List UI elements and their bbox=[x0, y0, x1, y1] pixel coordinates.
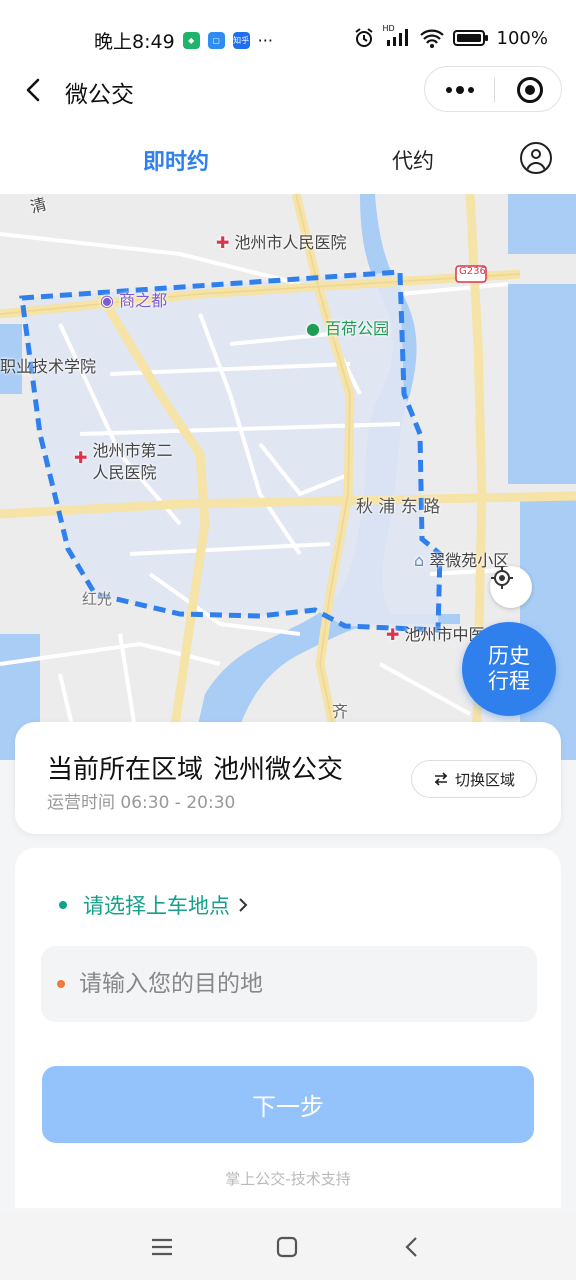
zhihu-app-icon: 知乎 bbox=[232, 32, 250, 49]
system-back-button[interactable] bbox=[398, 1233, 426, 1261]
wifi-icon bbox=[419, 29, 444, 48]
capsule-divider bbox=[494, 78, 495, 102]
place-label-hongguang: 红光 bbox=[82, 590, 113, 608]
trip-history-button[interactable]: 历史 行程 bbox=[462, 622, 556, 716]
switch-region-button[interactable]: 切换区域 bbox=[411, 760, 537, 798]
more-dot-icon bbox=[455, 86, 464, 94]
signal-icon: HD bbox=[383, 24, 411, 48]
hospital-pin-icon: ✚ bbox=[216, 233, 230, 252]
message-app-icon: ▢ bbox=[207, 32, 225, 49]
more-dot-icon bbox=[467, 87, 474, 93]
battery-icon bbox=[452, 30, 488, 46]
status-time: 晚上8:49 bbox=[94, 31, 175, 53]
poi-hospital-2-label-2: 人民医院 bbox=[92, 463, 157, 482]
history-label-2: 行程 bbox=[488, 669, 530, 693]
next-step-button[interactable]: 下一步 bbox=[42, 1066, 534, 1143]
road-label-bottom: 齐 bbox=[332, 702, 349, 721]
menu-icon bbox=[152, 1238, 172, 1256]
home-button[interactable] bbox=[273, 1233, 301, 1261]
region-heading: 当前所在区域 池州微公交 bbox=[47, 749, 343, 786]
poi-college[interactable]: 职业技术学院 bbox=[0, 353, 96, 377]
poi-hospital-1[interactable]: ✚ 池州市人民医院 bbox=[216, 229, 347, 253]
history-label-1: 历史 bbox=[488, 644, 530, 668]
swap-arrows-icon bbox=[434, 772, 448, 786]
poi-mall[interactable]: ◉ 商之都 bbox=[100, 287, 167, 311]
poi-park-label: 百荷公园 bbox=[325, 319, 390, 338]
pickup-label: 请选择上车地点 bbox=[83, 894, 230, 918]
home-square-icon bbox=[276, 1236, 298, 1258]
back-arrow-icon[interactable] bbox=[20, 76, 48, 104]
tab-proxy-booking[interactable]: 代约 bbox=[392, 145, 434, 175]
page-title: 微公交 bbox=[65, 82, 134, 108]
close-miniprogram-button[interactable] bbox=[517, 77, 543, 103]
poi-park[interactable]: ● 百荷公园 bbox=[306, 315, 389, 339]
road-label-g236: G236 bbox=[459, 266, 486, 277]
pickup-selector[interactable]: 请选择上车地点 bbox=[59, 890, 250, 920]
park-pin-icon: ● bbox=[306, 319, 320, 338]
home-pin-icon: ⌂ bbox=[414, 551, 425, 570]
more-dot-icon bbox=[445, 87, 452, 93]
booking-tabs: 即时约 代约 bbox=[0, 120, 576, 194]
poi-hospital-1-label: 池州市人民医院 bbox=[234, 233, 347, 252]
battery-percent: 100% bbox=[496, 27, 548, 49]
poi-hospital-2[interactable]: ✚ 池州市第二 人民医院 bbox=[74, 440, 173, 484]
hospital-pin-icon: ✚ bbox=[386, 625, 400, 644]
pickup-dot-icon bbox=[59, 901, 67, 909]
shopping-pin-icon: ◉ bbox=[100, 291, 114, 310]
service-area-map[interactable]: 清 G236 ✚ 池州市人民医院 ◉ 商之都 ● 百荷公园 职业技术学院 ✚ 池… bbox=[0, 194, 576, 760]
destination-field[interactable] bbox=[41, 946, 537, 1022]
current-region-card: 当前所在区域 池州微公交 运营时间 06:30 - 20:30 切换区域 bbox=[15, 722, 561, 834]
system-nav-bar bbox=[0, 1214, 576, 1280]
region-label: 当前所在区域 bbox=[47, 755, 204, 785]
nav-bar: 微公交 bbox=[0, 62, 576, 120]
switch-region-label: 切换区域 bbox=[454, 770, 515, 789]
alarm-icon bbox=[354, 28, 373, 47]
poi-mall-label: 商之都 bbox=[119, 291, 168, 310]
more-notifications-icon: ··· bbox=[257, 31, 273, 50]
locate-me-button[interactable] bbox=[490, 566, 532, 608]
user-profile-icon[interactable] bbox=[520, 142, 552, 174]
road-label-qiupu: 秋 浦 东 路 bbox=[356, 497, 441, 517]
more-menu-button[interactable] bbox=[425, 67, 494, 113]
miniprogram-capsule bbox=[424, 66, 562, 112]
booking-form-card: 请选择上车地点 下一步 掌上公交-技术支持 bbox=[15, 848, 561, 1208]
region-name: 池州微公交 bbox=[213, 755, 344, 785]
destination-input[interactable] bbox=[79, 971, 499, 997]
powered-by-text: 掌上公交-技术支持 bbox=[225, 1170, 351, 1188]
hospital-pin-icon: ✚ bbox=[74, 448, 88, 467]
recent-apps-button[interactable] bbox=[148, 1233, 176, 1261]
chevron-right-icon bbox=[239, 898, 248, 912]
destination-dot-icon bbox=[57, 980, 65, 988]
operating-hours: 运营时间 06:30 - 20:30 bbox=[47, 793, 236, 813]
poi-hospital-2-label-1: 池州市第二 bbox=[92, 441, 173, 460]
back-chevron-icon bbox=[405, 1237, 417, 1257]
locate-crosshair-icon bbox=[491, 567, 513, 589]
shield-app-icon: ◆ bbox=[182, 32, 200, 49]
tab-instant-booking[interactable]: 即时约 bbox=[143, 144, 209, 176]
